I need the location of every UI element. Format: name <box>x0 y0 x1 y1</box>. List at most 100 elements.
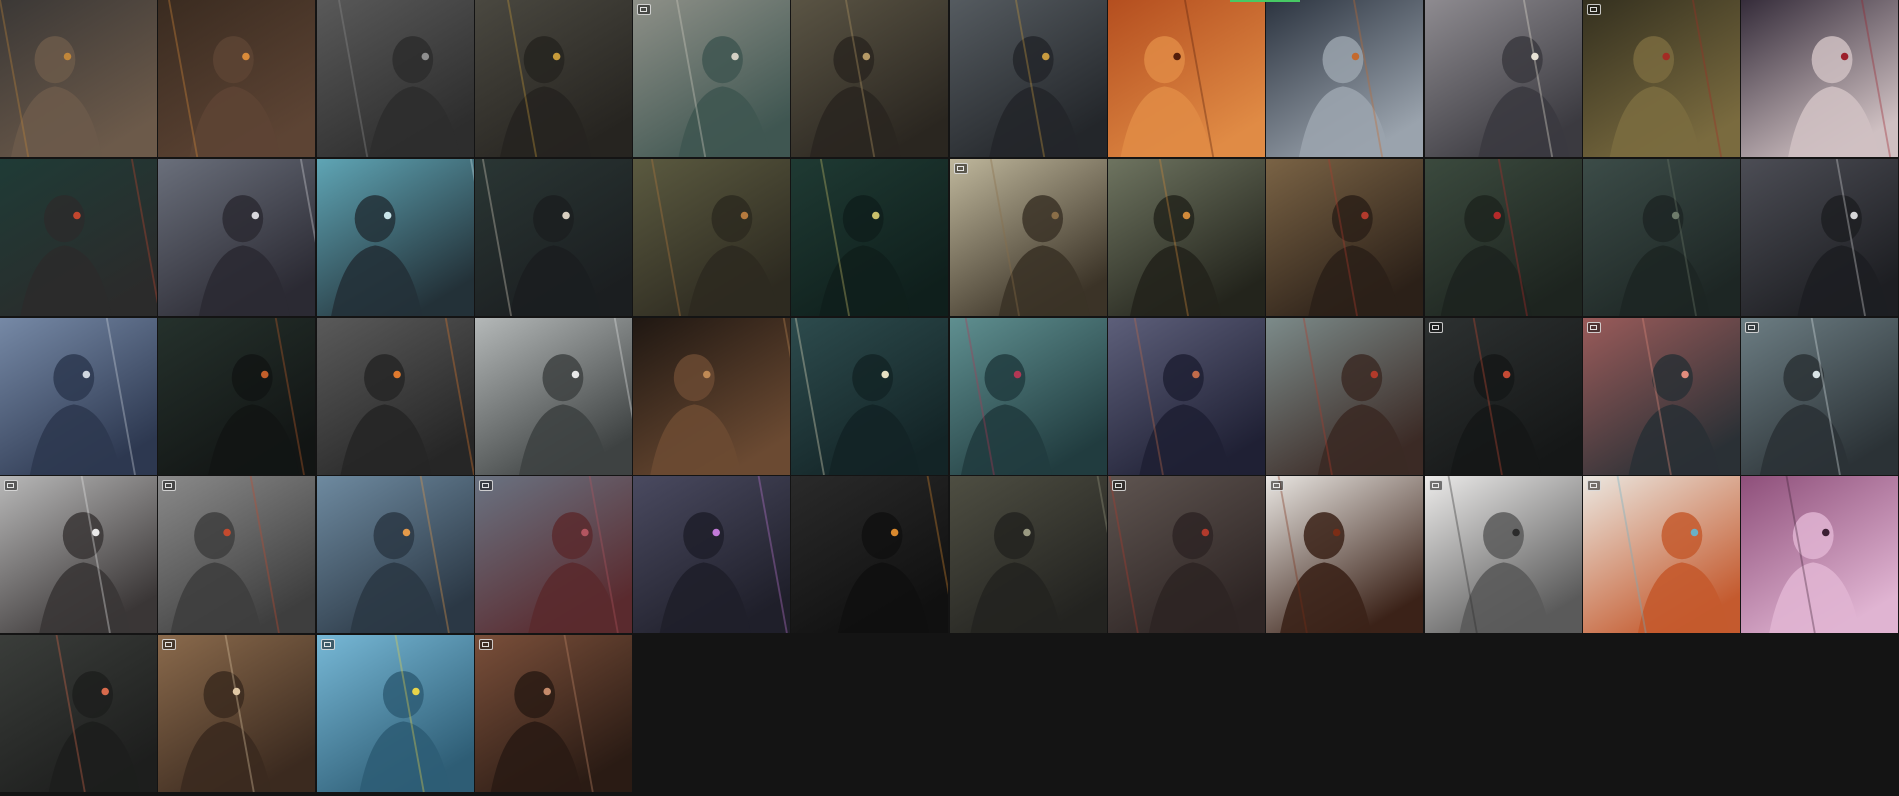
thumbnail-artwork <box>1266 158 1424 316</box>
thumbnail-profile-dark-light[interactable] <box>633 317 791 475</box>
thumbnail-straw-hat-flame[interactable] <box>158 317 316 475</box>
thumbnail-artwork <box>1582 317 1740 475</box>
gallery-icon <box>1428 480 1443 492</box>
gallery-icon <box>1270 480 1285 492</box>
thumbnail-straw-hat-sword-red[interactable] <box>1266 158 1424 316</box>
gallery-icon <box>1112 480 1127 492</box>
image-gallery <box>0 0 1899 796</box>
thumbnail-glasses-girl-wind[interactable] <box>791 0 949 157</box>
thumbnail-artwork <box>633 476 791 634</box>
thumbnail-witch-hat-girl[interactable] <box>0 0 157 157</box>
thumbnail-straw-hat-alley-rain[interactable] <box>949 476 1107 634</box>
gallery-icon <box>953 162 968 174</box>
thumbnail-dark-hat-girl-city[interactable] <box>474 0 632 157</box>
thumbnail-snow-house-ice[interactable] <box>1741 317 1899 475</box>
thumbnail-artwork <box>158 0 316 157</box>
thumbnail-purple-light-goggles[interactable] <box>633 476 791 634</box>
thumbnail-umbrella-pink-rain[interactable] <box>949 317 1107 475</box>
thumbnail-snow-village-figure[interactable] <box>0 476 157 634</box>
thumbnail-flute-girl-blue[interactable] <box>1108 317 1266 475</box>
thumbnail-artwork <box>1741 0 1899 157</box>
thumbnail-artwork <box>1424 476 1582 634</box>
thumbnail-straw-hat-beige[interactable] <box>949 158 1107 316</box>
thumbnail-rain-door-night[interactable] <box>791 158 949 316</box>
thumbnail-artwork <box>1582 0 1740 157</box>
thumbnail-cloak-staff-girl[interactable] <box>158 158 316 316</box>
thumbnail-pink-sky-bicycle[interactable] <box>1582 317 1740 475</box>
thumbnail-white-hair-embers[interactable] <box>316 317 474 475</box>
gallery-icon <box>1586 321 1601 333</box>
thumbnail-umbrella-street-cars[interactable] <box>791 317 949 475</box>
thumbnail-artwork <box>316 635 474 792</box>
thumbnail-cigarette-hat-green[interactable] <box>1108 158 1266 316</box>
thumbnail-artwork <box>474 476 632 634</box>
thumbnail-sketch-red-goggles[interactable] <box>1266 476 1424 634</box>
thumbnail-artwork <box>316 158 474 316</box>
thumbnail-artwork <box>0 158 157 316</box>
thumbnail-ruins-armor-girl[interactable] <box>633 158 791 316</box>
gallery-icon <box>1745 321 1760 333</box>
thumbnail-blue-hat-lace[interactable] <box>316 158 474 316</box>
thumbnail-artwork <box>1266 0 1424 157</box>
thumbnail-teal-armor-sleeper[interactable] <box>0 158 157 316</box>
thumbnail-artwork <box>474 158 632 316</box>
thumbnail-samurai-mask-red[interactable] <box>1582 0 1740 157</box>
thumbnail-skull-red-flower[interactable] <box>474 158 632 316</box>
thumbnail-artwork <box>949 158 1107 316</box>
thumbnail-catgirl-armor-snow[interactable] <box>949 0 1107 157</box>
thumbnail-artwork <box>949 317 1107 475</box>
gallery-icon <box>320 639 335 650</box>
thumbnail-artwork <box>791 0 949 157</box>
thumbnail-wide-hat-sitting-grey[interactable] <box>316 0 474 157</box>
thumbnail-straw-hat-red-hair[interactable] <box>1108 476 1266 634</box>
thumbnail-artwork <box>316 317 474 475</box>
thumbnail-2b-sword-pose[interactable] <box>1741 158 1899 316</box>
thumbnail-canyon-red-light[interactable] <box>1424 317 1582 475</box>
thumbnail-silver-sword-knight[interactable] <box>158 476 316 634</box>
thumbnail-artwork <box>1582 476 1740 634</box>
thumbnail-goggles-desert-scarf[interactable] <box>158 635 316 792</box>
thumbnail-2b-fishing-mech[interactable] <box>474 317 632 475</box>
thumbnail-messy-hair-portrait[interactable] <box>474 635 632 792</box>
thumbnail-artwork <box>158 476 316 634</box>
thumbnail-artwork <box>1266 476 1424 634</box>
thumbnail-artwork <box>633 0 791 157</box>
thumbnail-sketch-backpack-boy[interactable] <box>1424 476 1582 634</box>
thumbnail-artwork <box>0 476 157 634</box>
thumbnail-blue-hair-gaze-up[interactable] <box>316 476 474 634</box>
thumbnail-artwork <box>791 158 949 316</box>
thumbnail-straw-hat-teal-hair[interactable] <box>633 0 791 157</box>
thumbnail-artwork <box>791 476 949 634</box>
thumbnail-falling-rain-girl[interactable] <box>316 635 474 792</box>
gallery-icon <box>1586 4 1601 15</box>
thumbnail-artwork <box>633 158 791 316</box>
loading-progress-bar <box>1230 0 1300 2</box>
thumbnail-red-flower-hair[interactable] <box>1741 0 1899 157</box>
thumbnail-artwork <box>158 317 316 475</box>
thumbnail-flower-armor-blonde[interactable] <box>1424 0 1582 157</box>
thumbnail-artwork <box>1741 476 1899 634</box>
gallery-icon <box>1586 480 1601 492</box>
gallery-icon <box>478 480 493 492</box>
thumbnail-roses-blue-hair[interactable] <box>474 476 632 634</box>
thumbnail-artwork <box>1424 0 1582 157</box>
thumbnail-android-stage[interactable] <box>1266 0 1424 157</box>
thumbnail-field-hat-back[interactable] <box>1582 158 1740 316</box>
thumbnail-samurai-red-mask[interactable] <box>1424 158 1582 316</box>
thumbnail-pink-portrait-hands[interactable] <box>1741 476 1899 634</box>
thumbnail-artwork <box>1582 158 1740 316</box>
thumbnail-artwork <box>474 635 632 792</box>
thumbnail-orange-figure-silhouette[interactable] <box>1108 0 1266 157</box>
gallery-icon <box>478 639 493 650</box>
thumbnail-gun-girl-neon[interactable] <box>0 635 157 792</box>
thumbnail-artwork <box>949 0 1107 157</box>
thumbnail-artwork <box>1741 317 1899 475</box>
thumbnail-artwork <box>158 158 316 316</box>
thumbnail-artwork <box>0 0 157 157</box>
thumbnail-orange-hat-illustration[interactable] <box>1582 476 1740 634</box>
thumbnail-hood-dark-embers[interactable] <box>791 476 949 634</box>
thumbnail-artwork <box>158 635 316 792</box>
thumbnail-silver-hair-blue-armor[interactable] <box>0 317 157 475</box>
thumbnail-red-armor-snow[interactable] <box>1266 317 1424 475</box>
thumbnail-lantern-figure-rain[interactable] <box>158 0 316 157</box>
